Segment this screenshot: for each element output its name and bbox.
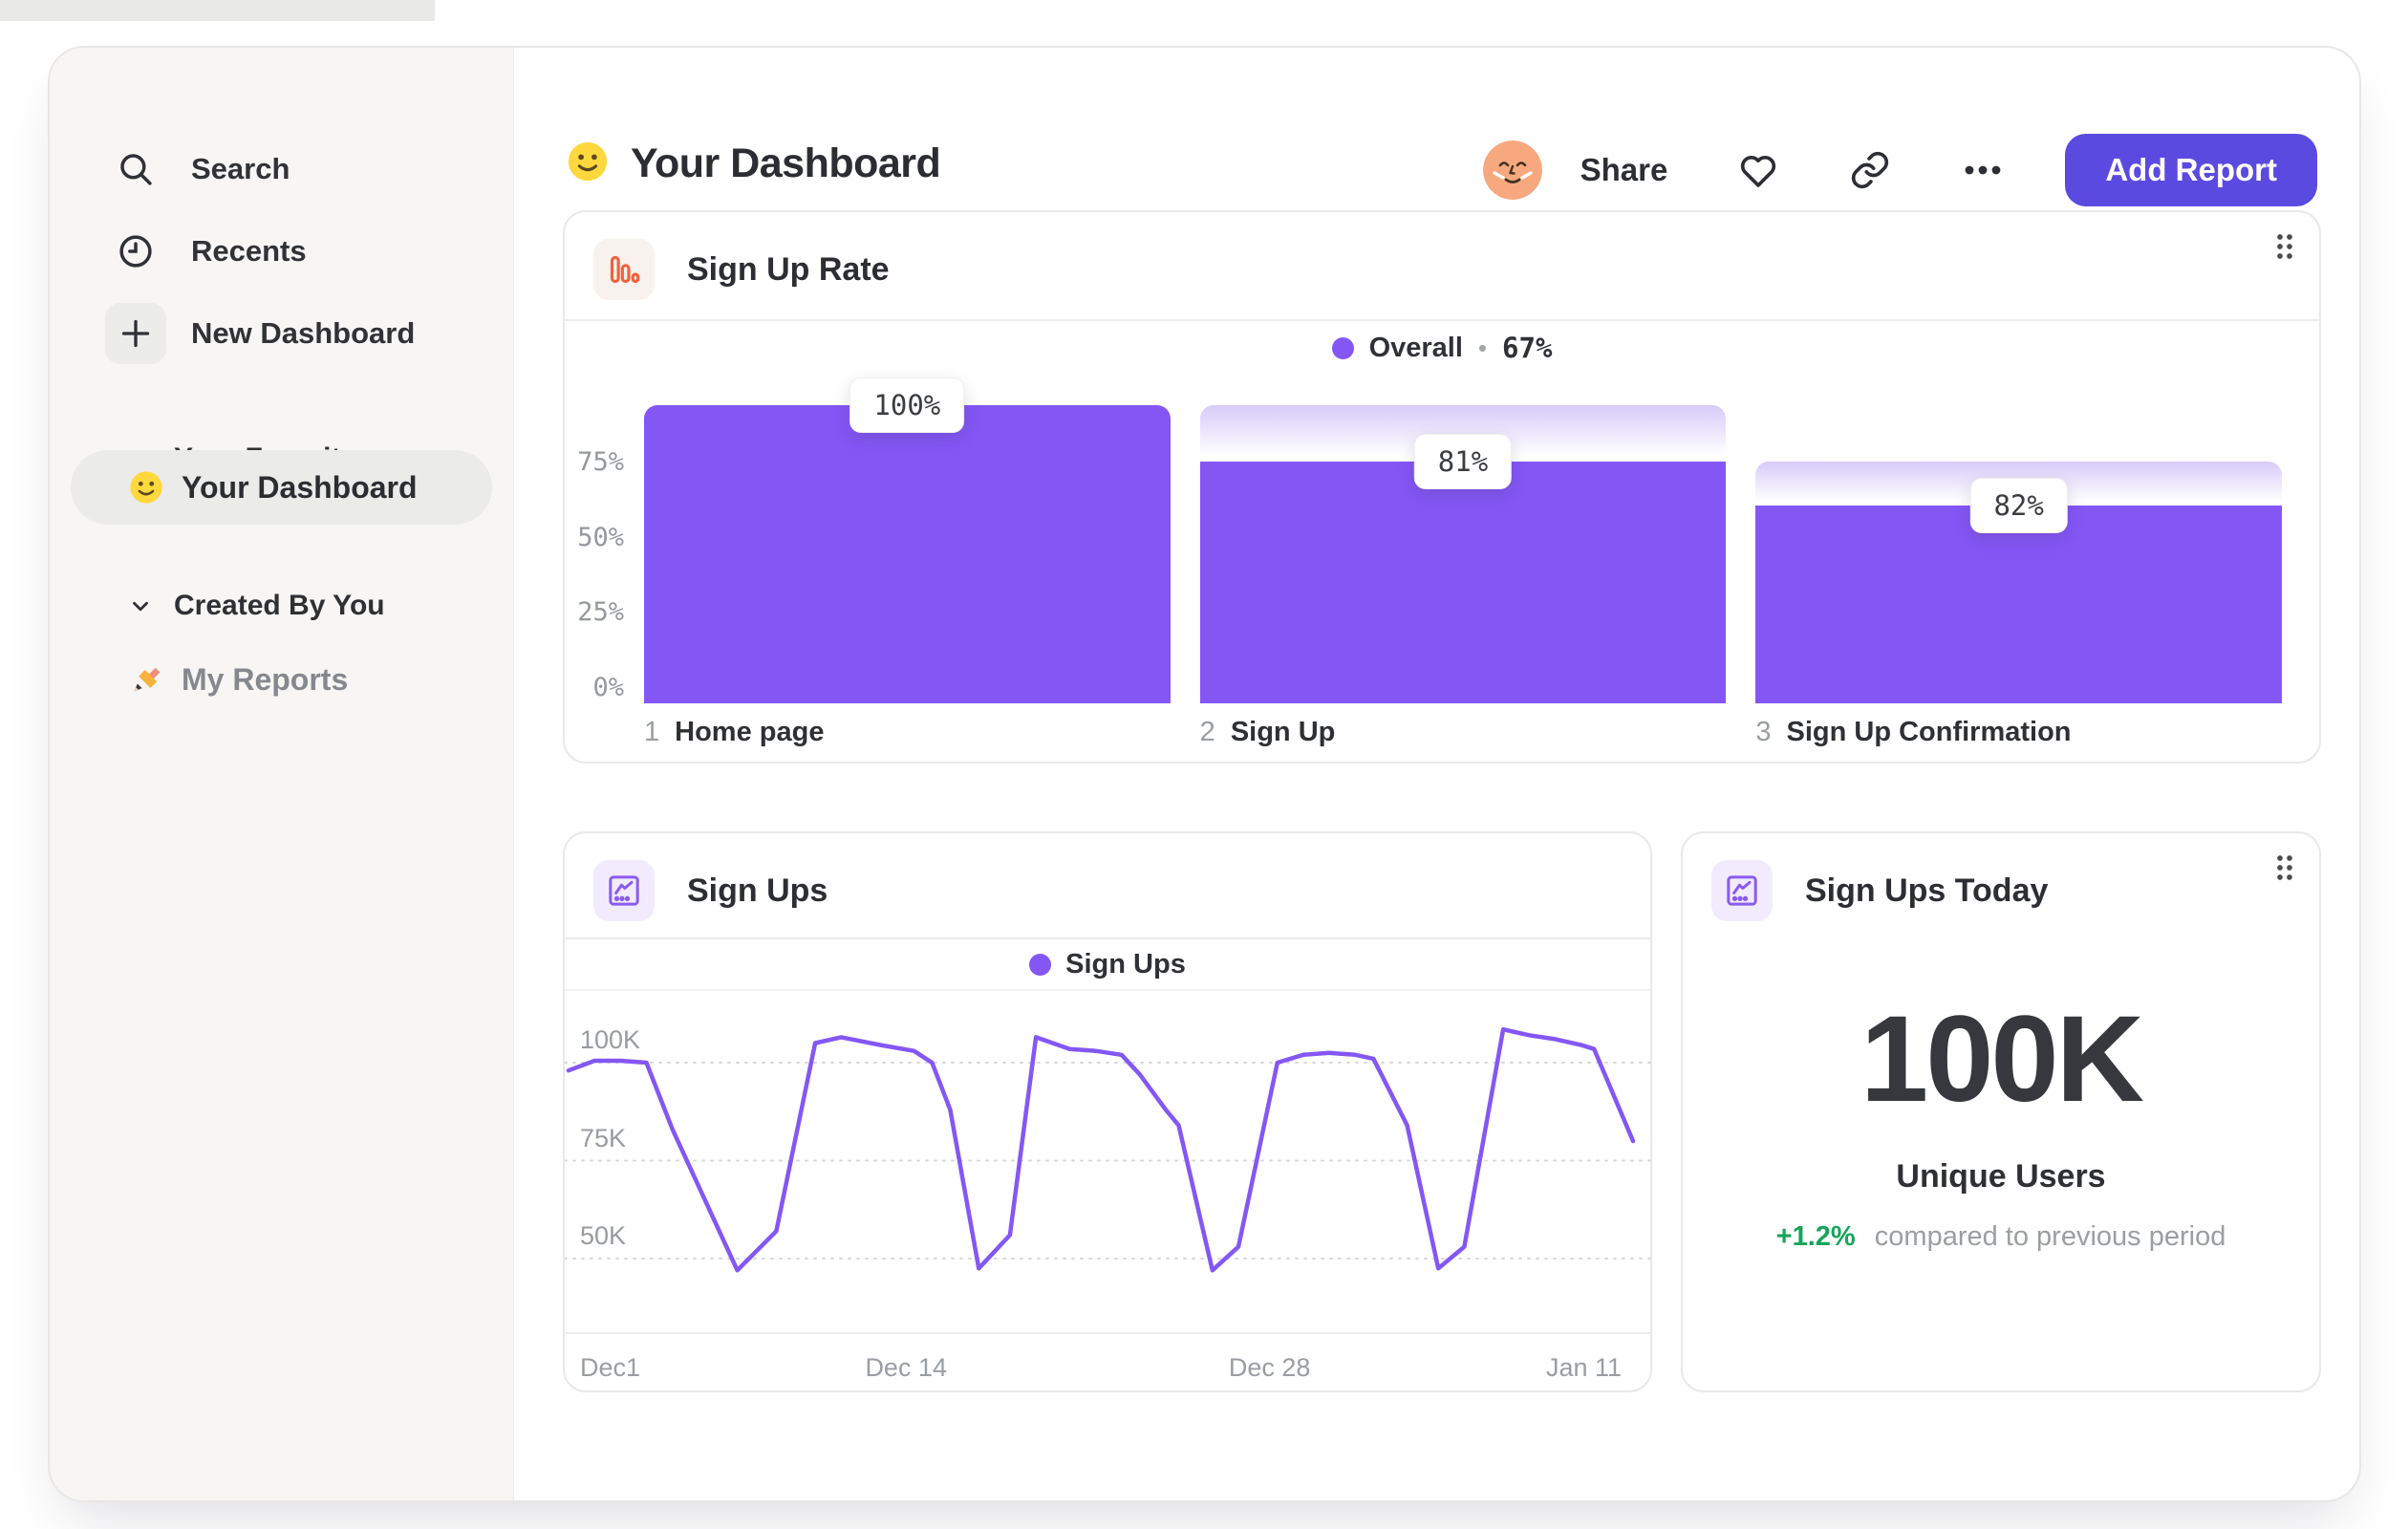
line-chart-plot[interactable]: 100K 75K 50K xyxy=(565,993,1654,1332)
legend-label: Overall xyxy=(1368,332,1463,363)
funnel-bar-fill xyxy=(644,405,1171,703)
divider xyxy=(565,319,2319,321)
stat-delta: +1.2% compared to previous period xyxy=(1683,1221,2319,1253)
sidebar-section-created-by-you[interactable]: Created By You xyxy=(50,579,513,633)
card-title: Sign Ups Today xyxy=(1805,872,2049,909)
legend-dot xyxy=(1331,336,1354,359)
funnel-bar-tooltip: 81% xyxy=(1413,434,1513,490)
drag-handle-icon[interactable] xyxy=(2256,839,2313,896)
line-y-tick: 100K xyxy=(580,1025,641,1054)
funnel-y-tick: 50% xyxy=(577,522,624,552)
line-legend[interactable]: Sign Ups xyxy=(565,939,1650,991)
step-name: Sign Up xyxy=(1230,717,1336,747)
ellipsis-icon xyxy=(1965,165,2001,175)
line-chart-icon xyxy=(1711,860,1773,921)
step-name: Sign Up Confirmation xyxy=(1786,717,2072,747)
chevron-down-icon xyxy=(128,593,153,618)
sidebar-item-my-reports[interactable]: My Reports xyxy=(71,642,492,717)
funnel-legend[interactable]: Overall • 67% xyxy=(565,331,2319,365)
funnel-bars-icon xyxy=(593,239,655,300)
sidebar-item-search[interactable]: Search xyxy=(50,136,513,203)
funnel-y-tick: 75% xyxy=(577,446,624,477)
sidebar-item-label: New Dashboard xyxy=(191,316,416,350)
line-y-tick: 50K xyxy=(580,1221,627,1250)
legend-value: 67% xyxy=(1502,332,1553,364)
card-title: Sign Up Rate xyxy=(687,250,890,288)
sidebar-item-label: Search xyxy=(191,152,290,185)
sign-ups-card: Sign Ups Sign Ups 100K 75K 50K Dec1 Dec 14 D… xyxy=(563,831,1654,1392)
sidebar-item-new-dashboard[interactable]: New Dashboard xyxy=(50,300,513,367)
stat-caption: Unique Users xyxy=(1896,1158,2106,1195)
step-name: Home page xyxy=(675,717,825,747)
funnel-bar-tooltip: 82% xyxy=(1969,477,2068,533)
line-x-tick: Dec 14 xyxy=(865,1353,947,1382)
app-window: Search Recents New Dashboard Your Dashbo… xyxy=(48,46,2361,1502)
sidebar-item-label: Recents xyxy=(191,234,307,268)
favorite-heart-button[interactable] xyxy=(1736,148,1780,192)
line-chart-icon xyxy=(593,860,655,921)
line-x-axis: Dec1 Dec 14 Dec 28 Jan 11 xyxy=(565,1332,1650,1390)
delta-caption: compared to previous period xyxy=(1874,1221,2226,1252)
line-y-tick: 75K xyxy=(580,1123,627,1152)
stat-value: 100K xyxy=(1860,991,2144,1128)
funnel-step-label: 2 Sign Up xyxy=(1200,717,1727,748)
share-button[interactable]: Share xyxy=(1580,152,1668,188)
legend-separator: • xyxy=(1477,333,1488,362)
line-x-tick: Dec1 xyxy=(580,1353,641,1382)
card-title: Sign Ups xyxy=(687,872,828,909)
funnel-plot[interactable]: 75% 50% 25% 0% 100% 81% 82% xyxy=(565,377,2319,703)
plus-icon xyxy=(105,303,166,364)
link-icon xyxy=(1852,151,1889,189)
pencil-icon xyxy=(128,661,164,698)
funnel-bar[interactable]: 81% xyxy=(1199,405,1727,703)
legend-dot xyxy=(1029,953,1052,976)
sidebar-section-label: Created By You xyxy=(174,590,385,621)
legend-label: Sign Ups xyxy=(1065,948,1186,980)
background-window-edge xyxy=(0,0,435,21)
funnel-y-tick: 25% xyxy=(577,597,624,628)
funnel-step-label: 1 Home page xyxy=(644,717,1171,748)
add-report-button[interactable]: Add Report xyxy=(2065,134,2317,206)
avatar[interactable] xyxy=(1482,140,1542,200)
funnel-x-labels: 1 Home page 2 Sign Up 3 Sign Up Confirmation xyxy=(644,717,2282,748)
page-title: Your Dashboard xyxy=(631,140,941,186)
sign-up-rate-card: Sign Up Rate Overall • 67% 75% 50% 25% 0% 1… xyxy=(563,210,2321,764)
funnel-bar-tooltip: 100% xyxy=(849,377,965,433)
heart-icon xyxy=(1741,155,1776,187)
copy-link-button[interactable] xyxy=(1849,149,1891,191)
funnel-bar[interactable]: 82% xyxy=(1755,405,2283,703)
funnel-bar-fill xyxy=(1199,462,1727,703)
delta-value: +1.2% xyxy=(1775,1221,1856,1252)
step-index: 3 xyxy=(1755,717,1772,747)
funnel-y-tick: 0% xyxy=(592,673,624,702)
funnel-step-label: 3 Sign Up Confirmation xyxy=(1755,717,2282,748)
sign-ups-line-series xyxy=(566,1026,1636,1273)
search-icon xyxy=(105,139,166,200)
sidebar-item-label: My Reports xyxy=(182,661,349,697)
step-index: 2 xyxy=(1199,717,1215,747)
more-options-button[interactable] xyxy=(1960,147,2006,193)
drag-handle-icon[interactable] xyxy=(2256,218,2313,275)
smiley-icon xyxy=(566,140,610,188)
smiley-icon xyxy=(128,469,164,506)
funnel-bar[interactable]: 100% xyxy=(644,377,1171,703)
funnel-bar-fill xyxy=(1755,505,2283,703)
sign-ups-today-card: Sign Ups Today 100K Unique Users +1.2% c… xyxy=(1681,831,2321,1392)
step-index: 1 xyxy=(644,717,660,747)
sidebar-item-your-dashboard[interactable]: Your Dashboard xyxy=(71,450,492,525)
sidebar-item-label: Your Dashboard xyxy=(182,469,418,505)
sidebar: Search Recents New Dashboard Your Dashbo… xyxy=(50,48,514,1500)
line-x-tick: Jan 11 xyxy=(1545,1353,1622,1382)
line-x-tick: Dec 28 xyxy=(1228,1353,1311,1382)
sidebar-item-recents[interactable]: Recents xyxy=(50,218,513,285)
clock-icon xyxy=(105,221,166,282)
